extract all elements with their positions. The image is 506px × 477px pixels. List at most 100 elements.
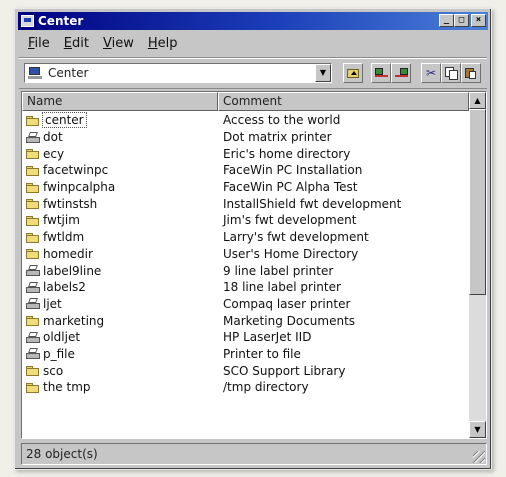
list-item-name: sco bbox=[43, 363, 64, 378]
list-item-name-cell[interactable]: fwtldm bbox=[22, 230, 218, 244]
folder-icon bbox=[25, 164, 41, 177]
list-item-name-cell[interactable]: ljet bbox=[22, 297, 218, 311]
list-rows: center Access to the world dot Dot matrix p… bbox=[22, 112, 469, 396]
list-item-name-cell[interactable]: fwinpcalpha bbox=[22, 180, 218, 194]
menu-view[interactable]: View bbox=[96, 36, 141, 51]
folder-up-icon bbox=[347, 68, 359, 78]
list-item-name: fwinpcalpha bbox=[43, 180, 116, 195]
menu-help[interactable]: Help bbox=[141, 36, 185, 51]
cut-button[interactable]: ✂ bbox=[421, 63, 441, 83]
printer-icon bbox=[25, 297, 41, 310]
list-item-comment: HP LaserJet IID bbox=[223, 330, 312, 345]
list-item[interactable]: label9line 9 line label printer bbox=[22, 262, 469, 279]
list-item-name-cell[interactable]: center bbox=[22, 112, 218, 129]
list-item-name-cell[interactable]: label9line bbox=[22, 264, 218, 278]
list-item-name: center bbox=[42, 112, 87, 129]
list-item-name-cell[interactable]: labels2 bbox=[22, 280, 218, 294]
list-item-name: fwtldm bbox=[43, 230, 85, 245]
minimize-button[interactable]: _ bbox=[439, 14, 454, 27]
list-item-name-cell[interactable]: fwtjim bbox=[22, 213, 218, 227]
list-item-name: p_file bbox=[43, 346, 75, 361]
network-neighborhood-icon[interactable] bbox=[21, 15, 34, 27]
list-item-name-cell[interactable]: p_file bbox=[22, 347, 218, 361]
folder-icon bbox=[25, 181, 41, 194]
scroll-down-button[interactable]: ▼ bbox=[469, 421, 486, 438]
list-item-name-cell[interactable]: ecy bbox=[22, 147, 218, 161]
computer-icon bbox=[28, 67, 44, 79]
list-item-name-cell[interactable]: fwtinstsh bbox=[22, 197, 218, 211]
column-header-comment[interactable]: Comment bbox=[218, 92, 469, 111]
resize-grip[interactable] bbox=[473, 451, 485, 463]
vertical-scrollbar[interactable]: ▲ ▼ bbox=[469, 92, 486, 438]
menu-bar: File Edit View Help bbox=[21, 33, 184, 53]
list-item-name-cell[interactable]: sco bbox=[22, 364, 218, 378]
list-item[interactable]: marketing Marketing Documents bbox=[22, 312, 469, 329]
printer-icon bbox=[25, 281, 41, 294]
printer-icon bbox=[25, 264, 41, 277]
printer-icon bbox=[25, 131, 41, 144]
paste-button[interactable] bbox=[461, 63, 481, 83]
list-item[interactable]: homedir User's Home Directory bbox=[22, 246, 469, 263]
list-item-comment: InstallShield fwt development bbox=[223, 196, 402, 211]
list-item[interactable]: ljet Compaq laser printer bbox=[22, 296, 469, 313]
printer-icon bbox=[25, 331, 41, 344]
list-item[interactable]: fwinpcalpha FaceWin PC Alpha Test bbox=[22, 179, 469, 196]
file-list[interactable]: Name Comment center Access to the world do… bbox=[21, 91, 487, 439]
scroll-thumb[interactable] bbox=[469, 109, 486, 295]
list-item[interactable]: p_file Printer to file bbox=[22, 346, 469, 363]
window-title: Center bbox=[38, 14, 84, 28]
folder-icon bbox=[25, 197, 41, 210]
title-bar[interactable]: Center _ □ × bbox=[18, 12, 488, 30]
menu-edit[interactable]: Edit bbox=[57, 36, 96, 51]
list-item[interactable]: center Access to the world bbox=[22, 112, 469, 129]
list-item-name: fwtjim bbox=[43, 213, 80, 228]
list-item-comment: 9 line label printer bbox=[223, 263, 334, 278]
list-item-comment: Marketing Documents bbox=[223, 313, 356, 328]
list-item-comment: SCO Support Library bbox=[223, 363, 346, 378]
status-bar: 28 object(s) bbox=[21, 443, 487, 465]
chevron-down-icon[interactable]: ▼ bbox=[315, 64, 331, 82]
list-item[interactable]: labels2 18 line label printer bbox=[22, 279, 469, 296]
list-item[interactable]: oldljet HP LaserJet IID bbox=[22, 329, 469, 346]
map-network-drive-button[interactable] bbox=[371, 63, 391, 83]
list-item-name: homedir bbox=[43, 246, 93, 261]
list-item-name: label9line bbox=[43, 263, 102, 278]
list-item[interactable]: sco SCO Support Library bbox=[22, 362, 469, 379]
list-item[interactable]: the tmp/tmp directory bbox=[22, 379, 469, 396]
list-item-comment: Larry's fwt development bbox=[223, 230, 369, 245]
disconnect-network-drive-button[interactable] bbox=[391, 63, 411, 83]
list-item[interactable]: fwtinstsh InstallShield fwt development bbox=[22, 195, 469, 212]
object-count: 28 object(s) bbox=[26, 447, 98, 461]
list-item[interactable]: ecy Eric's home directory bbox=[22, 145, 469, 162]
disconnect-drive-icon bbox=[394, 68, 408, 78]
maximize-button[interactable]: □ bbox=[454, 14, 469, 27]
list-item-comment: FaceWin PC Installation bbox=[223, 163, 363, 178]
location-dropdown[interactable]: Center ▼ bbox=[24, 63, 332, 83]
list-item-name-cell[interactable]: oldljet bbox=[22, 330, 218, 344]
folder-icon bbox=[25, 381, 41, 394]
list-item-name-cell[interactable]: facetwinpc bbox=[22, 163, 218, 177]
list-item-name: facetwinpc bbox=[43, 163, 109, 178]
scissors-icon: ✂ bbox=[425, 66, 437, 80]
list-item[interactable]: facetwinpc FaceWin PC Installation bbox=[22, 162, 469, 179]
copy-button[interactable] bbox=[441, 63, 461, 83]
list-header: Name Comment bbox=[22, 92, 469, 111]
folder-icon bbox=[25, 231, 41, 244]
list-item[interactable]: fwtjim Jim's fwt development bbox=[22, 212, 469, 229]
close-button[interactable]: × bbox=[471, 14, 486, 27]
list-item-comment: 18 line label printer bbox=[223, 280, 341, 295]
scroll-up-button[interactable]: ▲ bbox=[469, 92, 486, 109]
menu-file[interactable]: File bbox=[21, 36, 57, 51]
list-item-name: fwtinstsh bbox=[43, 196, 98, 211]
list-item-name-cell[interactable]: homedir bbox=[22, 247, 218, 261]
list-item[interactable]: dot Dot matrix printer bbox=[22, 129, 469, 146]
map-drive-icon bbox=[374, 68, 388, 78]
list-item-name-cell[interactable]: the tmp bbox=[22, 380, 218, 394]
list-item-name: ecy bbox=[43, 146, 65, 161]
list-item-name-cell[interactable]: dot bbox=[22, 130, 218, 144]
column-header-name[interactable]: Name bbox=[22, 92, 218, 111]
list-item-name-cell[interactable]: marketing bbox=[22, 314, 218, 328]
up-one-level-button[interactable] bbox=[343, 63, 363, 83]
list-item[interactable]: fwtldm Larry's fwt development bbox=[22, 229, 469, 246]
list-item-name: dot bbox=[43, 130, 63, 145]
